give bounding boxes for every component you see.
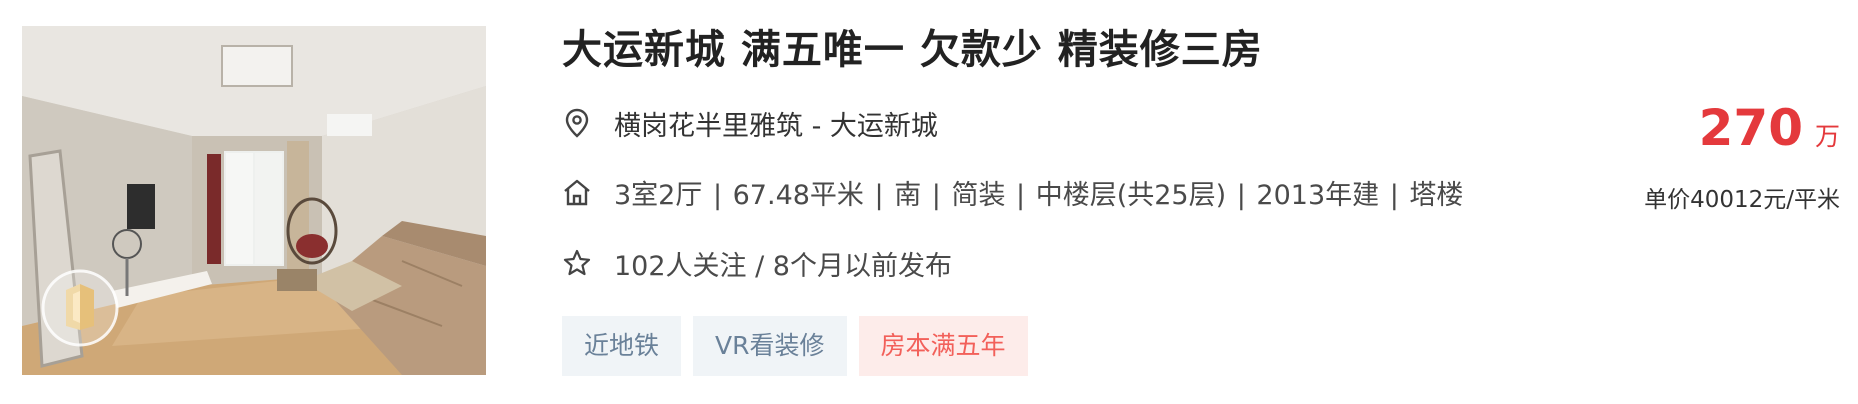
house-info-row: 3室2厅 | 67.48平米 | 南 | 简装 | 中楼层(共25层) | 20… — [562, 172, 1463, 212]
listing-photo[interactable] — [22, 26, 486, 375]
house-info-text: 3室2厅 | 67.48平米 | 南 | 简装 | 中楼层(共25层) | 20… — [614, 173, 1463, 212]
house-info-item: 南 — [894, 179, 922, 211]
house-icon — [562, 177, 592, 207]
listing-card[interactable]: 大运新城 满五唯一 欠款少 精装修三房 横岗花半里雅筑 - 大运新城 3室2厅 … — [0, 0, 1858, 404]
star-icon — [562, 248, 592, 278]
price-block: 270 万 单价40012元/平米 — [1644, 98, 1840, 214]
unit-price: 单价40012元/平米 — [1644, 187, 1840, 213]
house-info-item: 简装 — [951, 179, 1006, 211]
house-info-item: 67.48平米 — [732, 179, 864, 211]
listing-title[interactable]: 大运新城 满五唯一 欠款少 精装修三房 — [562, 22, 1263, 78]
house-info-item: 2013年建 — [1256, 179, 1380, 211]
house-info-item: 3室2厅 — [614, 179, 703, 211]
district-link[interactable]: 大运新城 — [830, 111, 938, 142]
house-info-separator: | — [1228, 179, 1255, 211]
follow-info-row: 102人关注 / 8个月以前发布 — [562, 243, 952, 283]
location-row: 横岗花半里雅筑 - 大运新城 — [562, 103, 938, 143]
tag-list: 近地铁 VR看装修 房本满五年 — [562, 316, 1040, 376]
house-info-separator: | — [923, 179, 950, 211]
house-info-separator: | — [1007, 179, 1034, 211]
community-link[interactable]: 横岗花半里雅筑 — [614, 111, 803, 142]
total-price-number: 270 — [1698, 99, 1803, 157]
total-price: 270 万 — [1644, 98, 1840, 158]
location-pin-icon — [562, 108, 592, 138]
vr-badge-icon[interactable] — [40, 268, 120, 348]
tag-five-years: 房本满五年 — [858, 316, 1028, 376]
total-price-unit: 万 — [1814, 122, 1840, 151]
house-info-separator: | — [704, 179, 731, 211]
house-info-separator: | — [865, 179, 893, 211]
house-info-separator: | — [1381, 179, 1408, 211]
tag-near-subway: 近地铁 — [562, 316, 682, 376]
location-separator: - — [803, 110, 830, 142]
tag-vr-decoration[interactable]: VR看装修 — [693, 316, 847, 376]
house-info-item: 塔楼 — [1409, 179, 1464, 211]
follow-info-text: 102人关注 / 8个月以前发布 — [614, 250, 952, 282]
house-info-item: 中楼层(共25层) — [1035, 179, 1227, 211]
